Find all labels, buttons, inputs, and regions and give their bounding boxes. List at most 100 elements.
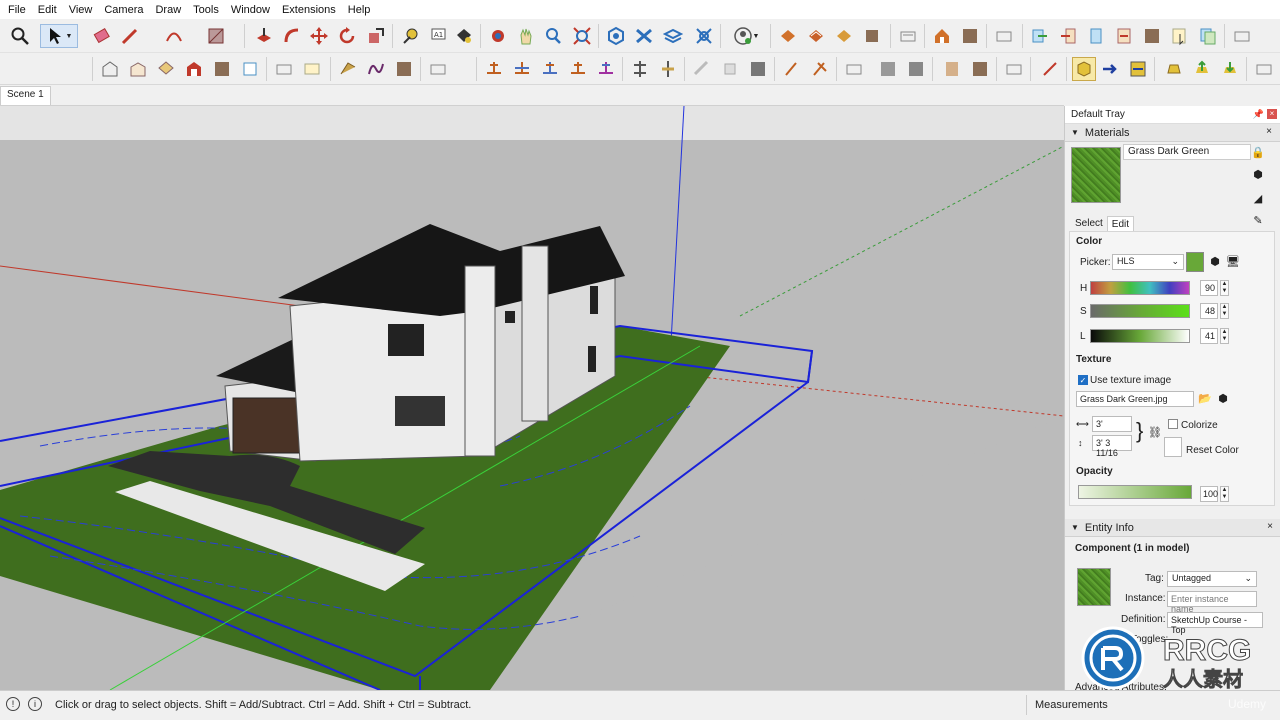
material-name-field[interactable]: Grass Dark Green — [1123, 144, 1251, 160]
collapse-icon[interactable]: ▼ — [1071, 128, 1079, 137]
fog-icon[interactable] — [746, 57, 770, 81]
layout-icon[interactable] — [808, 57, 832, 81]
brick-icon[interactable] — [968, 57, 992, 81]
tab-edit[interactable]: Edit — [1106, 216, 1135, 232]
move-icon[interactable] — [307, 24, 331, 48]
tape-measure-icon[interactable] — [398, 24, 422, 48]
link-icon[interactable]: ⛓ — [1148, 426, 1162, 439]
photo-texture-icon[interactable] — [1084, 24, 1108, 48]
line-tool-icon[interactable] — [1038, 57, 1062, 81]
follow-me-icon[interactable] — [280, 24, 304, 48]
more-icon[interactable] — [1252, 57, 1276, 81]
drape-icon[interactable] — [510, 57, 534, 81]
l-value[interactable]: 41 — [1200, 328, 1218, 344]
orbit-icon[interactable] — [486, 24, 510, 48]
component-icon[interactable] — [832, 24, 856, 48]
match-screen-icon[interactable]: 🖥 — [1226, 255, 1240, 269]
scene-tab-1[interactable]: Scene 1 — [0, 86, 51, 105]
component-box-icon[interactable] — [1072, 57, 1096, 81]
text-icon[interactable]: A1 — [426, 24, 450, 48]
texture-icon[interactable] — [300, 57, 324, 81]
info-icon[interactable]: i — [28, 697, 42, 711]
entity-material-swatch[interactable] — [1077, 568, 1111, 606]
iso-view-icon[interactable] — [210, 57, 234, 81]
folder-icon[interactable] — [896, 24, 920, 48]
colorize-checkbox[interactable] — [1168, 419, 1178, 429]
upload-icon[interactable] — [1190, 57, 1214, 81]
create-material-icon[interactable]: ⬢ — [1251, 168, 1265, 182]
tag-select[interactable]: Untagged ⌄ — [1167, 571, 1257, 587]
pencil-icon[interactable] — [118, 24, 142, 48]
sections-icon[interactable] — [692, 24, 716, 48]
smooth-icon[interactable] — [364, 57, 388, 81]
menu-camera[interactable]: Camera — [98, 4, 149, 16]
measure-icon[interactable] — [780, 57, 804, 81]
paint-bucket-icon[interactable] — [452, 24, 476, 48]
menu-draw[interactable]: Draw — [149, 4, 187, 16]
house-icon[interactable] — [930, 24, 954, 48]
hatch-icon[interactable] — [876, 57, 900, 81]
menu-extensions[interactable]: Extensions — [276, 4, 342, 16]
picker-select[interactable]: HLS ⌄ — [1112, 254, 1184, 270]
shaded-icon[interactable] — [272, 57, 296, 81]
menu-file[interactable]: File — [2, 4, 32, 16]
menu-edit[interactable]: Edit — [32, 4, 63, 16]
import-model-icon[interactable] — [1162, 57, 1186, 81]
select-icon[interactable]: ▼ — [40, 24, 78, 48]
zoom-icon[interactable] — [541, 24, 565, 48]
instance-input[interactable]: Enter instance name — [1167, 591, 1257, 614]
reset-color-swatch[interactable] — [1164, 437, 1182, 457]
menu-view[interactable]: View — [63, 4, 99, 16]
styles-icon[interactable] — [604, 24, 628, 48]
sync-icon[interactable] — [1126, 57, 1150, 81]
flip-edge-icon[interactable] — [566, 57, 590, 81]
split-icon[interactable] — [656, 57, 680, 81]
toolbar-options-icon[interactable] — [1230, 24, 1254, 48]
lock-icon[interactable]: 🔒 — [1251, 146, 1265, 160]
sun-icon[interactable] — [690, 57, 714, 81]
materials-panel-header[interactable]: ▼ Materials × — [1065, 124, 1280, 142]
layers-icon[interactable] — [661, 24, 685, 48]
arrow-right-icon[interactable] — [1028, 24, 1052, 48]
menu-help[interactable]: Help — [342, 4, 377, 16]
stamp-icon[interactable] — [482, 57, 506, 81]
opacity-slider[interactable] — [1078, 485, 1192, 499]
add-detail-icon[interactable] — [538, 57, 562, 81]
use-texture-checkbox[interactable]: ✓ — [1078, 375, 1088, 385]
texture-file-field[interactable]: Grass Dark Green.jpg — [1076, 391, 1194, 407]
send-to-layout-icon[interactable] — [1056, 24, 1080, 48]
options-icon[interactable] — [1002, 57, 1026, 81]
extension-icon[interactable] — [804, 24, 828, 48]
h-value[interactable]: 90 — [1200, 280, 1218, 296]
scale-icon[interactable] — [364, 24, 388, 48]
geo-location-icon[interactable]: ! — [6, 697, 20, 711]
xray-icon[interactable] — [632, 24, 656, 48]
s-value[interactable]: 48 — [1200, 303, 1218, 319]
user-icon[interactable]: ▼ — [728, 24, 764, 48]
s-spinner[interactable]: ▲ ▼ — [1220, 303, 1229, 319]
side-view-icon[interactable] — [126, 57, 150, 81]
pin-icon[interactable]: 📌 — [1253, 109, 1264, 120]
l-spinner[interactable]: ▲ ▼ — [1220, 328, 1229, 344]
browse-folder-icon[interactable]: 📂 — [1198, 392, 1212, 406]
tab-select[interactable]: Select — [1071, 216, 1107, 232]
color-chip[interactable] — [1186, 252, 1204, 272]
send-icon[interactable] — [1098, 57, 1122, 81]
menu-tools[interactable]: Tools — [187, 4, 225, 16]
entity-close-icon[interactable]: × — [1267, 521, 1273, 532]
default-material-icon[interactable]: ◢ — [1251, 192, 1265, 206]
match-model-icon[interactable]: ⬢ — [1208, 255, 1222, 269]
wood-icon[interactable] — [940, 57, 964, 81]
shadow-icon[interactable] — [718, 57, 742, 81]
close-icon[interactable]: × — [1267, 109, 1277, 119]
magnify-icon[interactable] — [8, 24, 32, 48]
texture-height-field[interactable]: 3' 3 11/16 — [1092, 435, 1132, 458]
eyedropper-icon[interactable]: ✎ — [1251, 214, 1265, 228]
h-slider[interactable] — [1090, 281, 1190, 295]
download-icon[interactable] — [1218, 57, 1242, 81]
reset-color-label[interactable]: Reset Color — [1186, 445, 1239, 456]
zoom-extents-icon[interactable] — [570, 24, 594, 48]
top-view-icon[interactable] — [154, 57, 178, 81]
eraser-icon[interactable] — [90, 24, 114, 48]
solid-icon[interactable] — [860, 24, 884, 48]
